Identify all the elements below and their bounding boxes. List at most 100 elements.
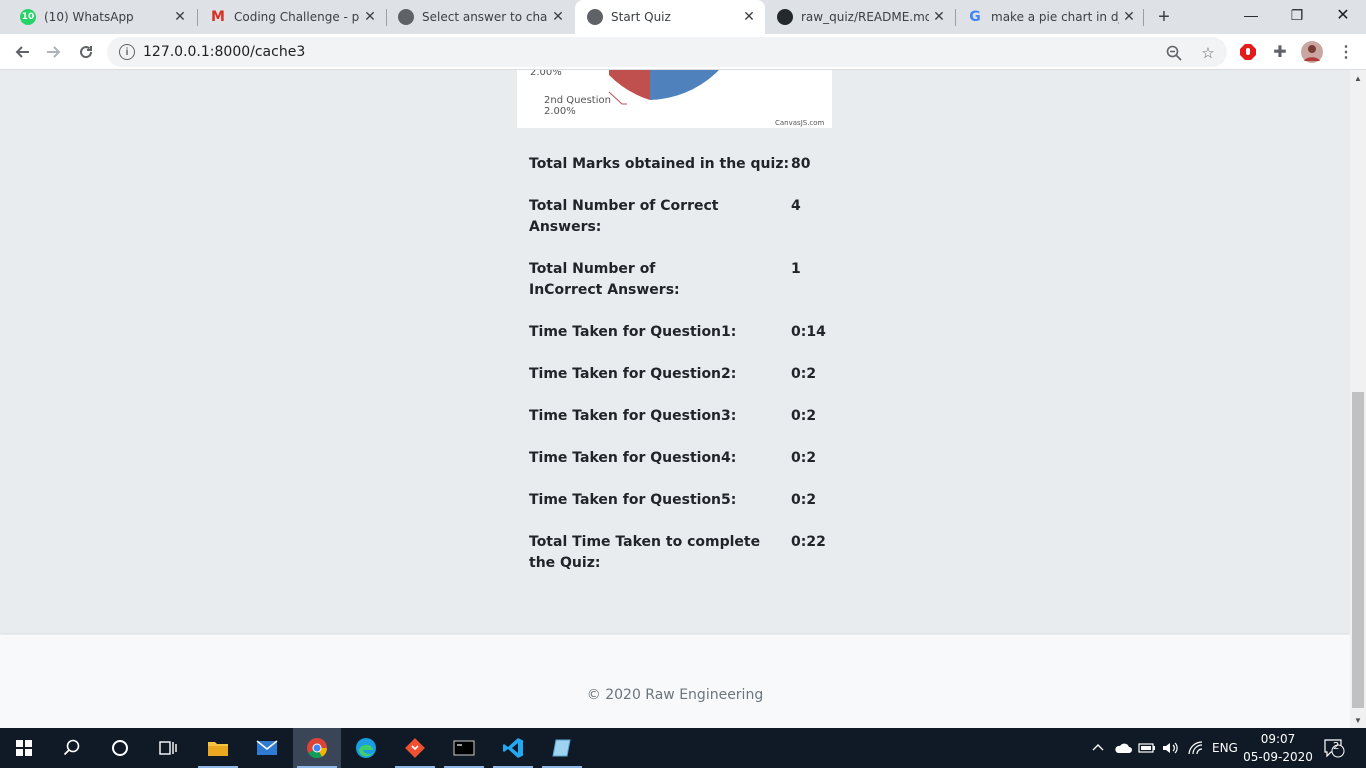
tab-title: Select answer to change (422, 10, 548, 24)
close-icon[interactable]: ✕ (1119, 7, 1139, 27)
scroll-down-icon[interactable]: ▼ (1350, 712, 1366, 728)
close-icon[interactable]: ✕ (360, 7, 380, 27)
tab-google[interactable]: G make a pie chart in djan ✕ (955, 0, 1145, 34)
mail-button[interactable] (243, 728, 291, 768)
language-indicator[interactable]: ENG (1212, 728, 1238, 768)
edge-button[interactable] (342, 728, 390, 768)
adblock-icon[interactable] (1236, 40, 1260, 64)
result-label: Time Taken for Question2: (529, 366, 737, 382)
star-icon[interactable]: ☆ (1199, 44, 1217, 62)
result-row: Total Time Taken to complete the Quiz: 0… (529, 532, 849, 574)
reload-icon (80, 46, 93, 59)
file-explorer-button[interactable] (194, 728, 242, 768)
result-value: 0:2 (791, 366, 817, 382)
restore-icon[interactable]: ❐ (1274, 0, 1320, 30)
window-close-icon[interactable]: ✕ (1320, 0, 1366, 30)
folder-icon (208, 742, 228, 756)
clock-time: 09:07 (1260, 732, 1296, 746)
close-icon[interactable]: ✕ (548, 7, 568, 27)
result-row: Total Marks obtained in the quiz: 80 (529, 154, 849, 175)
menu-icon[interactable]: ⋮ (1334, 40, 1358, 64)
taskbar-clock[interactable]: 09:07 05-09-2020 (1238, 730, 1318, 766)
vscode-button[interactable] (489, 728, 537, 768)
google-icon: G (969, 9, 981, 25)
tab-whatsapp[interactable]: 10 (10) WhatsApp ✕ (0, 0, 196, 34)
result-value: 1 (791, 261, 801, 277)
battery-icon[interactable] (1138, 728, 1156, 768)
cortana-icon (112, 740, 128, 756)
wifi-icon[interactable] (1188, 728, 1204, 768)
main-content: 2.00% 2nd Question 2.00% CanvasJS.com To… (0, 70, 1350, 634)
back-button[interactable] (8, 38, 36, 66)
info-icon[interactable]: i (119, 44, 135, 60)
tab-gmail[interactable]: M Coding Challenge - paw ✕ (190, 0, 386, 34)
forward-button[interactable] (40, 38, 68, 66)
result-value: 0:14 (791, 324, 826, 340)
address-bar[interactable]: i 127.0.0.1:8000/cache3 ☆ (107, 37, 1227, 67)
pie-label-2nd-question: 2nd Question (544, 95, 611, 106)
task-view-button[interactable] (144, 728, 192, 768)
github-icon (777, 9, 793, 25)
show-hidden-icons[interactable] (1092, 728, 1104, 768)
zoom-icon[interactable] (1165, 44, 1183, 62)
chrome-button[interactable] (293, 728, 341, 768)
quiz-results: Total Marks obtained in the quiz: 80 Tot… (529, 154, 849, 595)
notepad-button[interactable] (538, 728, 586, 768)
url-text: 127.0.0.1:8000/cache3 (143, 44, 306, 60)
tab-strip: 10 (10) WhatsApp ✕ M Coding Challenge - … (0, 0, 1366, 34)
git-icon (405, 738, 425, 758)
start-button[interactable] (0, 728, 48, 768)
vertical-scrollbar[interactable]: ▲ ▼ (1350, 70, 1366, 728)
tab-title: (10) WhatsApp (44, 10, 134, 24)
result-label: Time Taken for Question4: (529, 450, 737, 466)
close-icon[interactable]: ✕ (170, 7, 190, 27)
result-label: Total Number of InCorrect Answers: (529, 261, 680, 298)
vscode-icon (503, 738, 523, 758)
git-button[interactable] (391, 728, 439, 768)
terminal-icon (453, 740, 475, 756)
result-value: 0:2 (791, 450, 817, 466)
result-value: 0:2 (791, 408, 817, 424)
whatsapp-icon: 10 (20, 9, 36, 25)
close-icon[interactable]: ✕ (739, 7, 759, 27)
cortana-button[interactable] (96, 728, 144, 768)
tab-divider (1143, 9, 1144, 26)
result-value: 80 (791, 156, 811, 172)
volume-icon[interactable] (1162, 728, 1180, 768)
minimize-icon[interactable]: — (1228, 0, 1274, 30)
tab-title: Start Quiz (611, 10, 671, 24)
reload-button[interactable] (72, 38, 100, 66)
tab-start-quiz[interactable]: Start Quiz ✕ (575, 0, 765, 34)
result-row: Total Number of Correct Answers: 4 (529, 196, 849, 238)
arrow-left-icon (15, 46, 29, 58)
pie-chart: 2.00% 2nd Question 2.00% CanvasJS.com (517, 70, 832, 128)
terminal-button[interactable] (440, 728, 488, 768)
search-icon (63, 739, 80, 756)
tab-title: raw_quiz/README.md at (801, 10, 929, 24)
onedrive-icon[interactable] (1114, 728, 1132, 768)
scroll-up-icon[interactable]: ▲ (1350, 70, 1366, 86)
pie-slice-main (650, 70, 719, 100)
result-row: Time Taken for Question1: 0:14 (529, 322, 849, 343)
tab-title: make a pie chart in djan (991, 10, 1119, 24)
extensions-icon[interactable]: ✚ (1268, 40, 1292, 64)
tab-github[interactable]: raw_quiz/README.md at ✕ (765, 0, 955, 34)
search-button[interactable] (48, 728, 96, 768)
action-center-button[interactable]: 2 (1322, 728, 1346, 768)
page-footer: © 2020 Raw Engineering (0, 635, 1350, 728)
tab-select-answer[interactable]: Select answer to change ✕ (378, 0, 574, 34)
chart-credit[interactable]: CanvasJS.com (775, 119, 825, 127)
close-icon[interactable]: ✕ (929, 7, 949, 27)
new-tab-button[interactable]: + (1152, 5, 1176, 29)
avatar[interactable] (1300, 40, 1324, 64)
globe-icon (587, 9, 603, 25)
result-row: Time Taken for Question2: 0:2 (529, 364, 849, 385)
result-row: Time Taken for Question5: 0:2 (529, 490, 849, 511)
whatsapp-badge: 10 (21, 12, 35, 22)
pie-label-top-value: 2.00% (530, 70, 562, 78)
clock-date: 05-09-2020 (1243, 750, 1313, 764)
mail-icon (256, 740, 278, 755)
scrollbar-thumb[interactable] (1352, 392, 1364, 708)
globe-icon (398, 9, 414, 25)
result-row: Time Taken for Question4: 0:2 (529, 448, 849, 469)
